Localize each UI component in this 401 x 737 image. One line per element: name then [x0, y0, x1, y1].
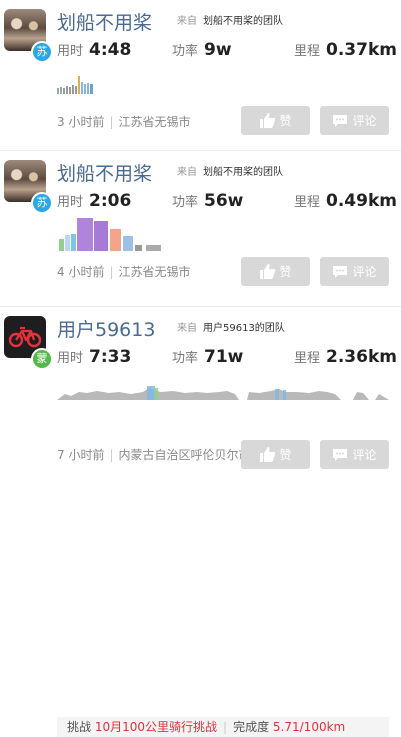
stat-label: 里程 — [294, 44, 321, 59]
like-label: 赞 — [279, 114, 292, 128]
team-name: 划船不用桨的团队 — [203, 16, 283, 27]
comment-icon — [333, 265, 348, 278]
challenge-label: 挑战 — [67, 720, 92, 734]
comment-label: 评论 — [352, 448, 377, 462]
time-ago: 4 小时前 — [57, 265, 105, 279]
comment-button[interactable]: 评论 — [320, 440, 389, 469]
stat-label: 功率 — [172, 44, 199, 59]
stat-label: 用时 — [57, 44, 84, 59]
stat-distance: 里程 2.36km — [294, 347, 397, 367]
stat-label: 功率 — [172, 351, 199, 366]
stat-value: 71w — [204, 347, 244, 367]
activity-card[interactable]: 苏 划船不用桨 来自 划船不用桨的团队 用时 2:06 功率 56w 里程 0.49km… — [0, 151, 401, 307]
activity-card[interactable]: 苏 划船不用桨 来自 划船不用桨的团队 用时 4:48 功率 9w 里程 0.37km … — [0, 0, 401, 151]
time-ago: 7 小时前 — [57, 448, 105, 462]
team-source: 来自 划船不用桨的团队 — [177, 163, 283, 178]
team-source: 来自 划船不用桨的团队 — [177, 12, 283, 27]
like-button[interactable]: 赞 — [241, 440, 310, 469]
activity-card[interactable]: 蒙 用户59613 来自 用户59613的团队 用时 7:33 功率 71w 里程 2.… — [0, 307, 401, 737]
stat-value: 0.49km — [326, 191, 397, 211]
comment-label: 评论 — [352, 265, 377, 279]
stat-label: 里程 — [294, 351, 321, 366]
team-prefix: 来自 — [177, 167, 197, 178]
like-label: 赞 — [279, 265, 292, 279]
user-name[interactable]: 划船不用桨 — [57, 159, 152, 186]
activity-meta: 3 小时前 | 江苏省无锡市 — [57, 115, 191, 129]
stat-value: 56w — [204, 191, 244, 211]
thumbs-up-icon — [260, 447, 276, 462]
challenge-progress-label: 完成度 — [233, 720, 270, 734]
activity-meta: 7 小时前 | 内蒙古自治区呼伦贝尔市 — [57, 448, 251, 462]
team-name: 划船不用桨的团队 — [203, 167, 283, 178]
stat-value: 2:06 — [89, 191, 132, 211]
team-prefix: 来自 — [177, 16, 197, 27]
location: 内蒙古自治区呼伦贝尔市 — [118, 448, 251, 462]
challenge-banner[interactable]: 挑战 10月100公里骑行挑战 | 完成度 5.71/100km — [57, 717, 389, 737]
stat-value: 4:48 — [89, 40, 132, 60]
stat-label: 用时 — [57, 351, 84, 366]
stat-power: 功率 56w — [172, 191, 243, 211]
stat-time: 用时 2:06 — [57, 191, 131, 211]
province-badge: 苏 — [31, 41, 53, 63]
power-chart — [59, 218, 161, 251]
comment-button[interactable]: 评论 — [320, 257, 389, 286]
stat-power: 功率 9w — [172, 40, 232, 60]
comment-icon — [333, 448, 348, 461]
challenge-name[interactable]: 10月100公里骑行挑战 — [95, 720, 217, 734]
province-badge: 蒙 — [31, 348, 53, 370]
user-name[interactable]: 用户59613 — [57, 315, 155, 342]
thumbs-up-icon — [260, 264, 276, 279]
like-label: 赞 — [279, 448, 292, 462]
activity-feed: 苏 划船不用桨 来自 划船不用桨的团队 用时 4:48 功率 9w 里程 0.37km … — [0, 0, 401, 737]
stat-label: 用时 — [57, 195, 84, 210]
user-name[interactable]: 划船不用桨 — [57, 8, 152, 35]
time-ago: 3 小时前 — [57, 115, 105, 129]
comment-icon — [333, 114, 348, 127]
stat-value: 7:33 — [89, 347, 132, 367]
stat-value: 2.36km — [326, 347, 397, 367]
stat-label: 功率 — [172, 195, 199, 210]
power-chart — [57, 76, 93, 94]
stat-value: 0.37km — [326, 40, 397, 60]
location: 江苏省无锡市 — [118, 115, 191, 129]
like-button[interactable]: 赞 — [241, 106, 310, 135]
challenge-progress: 5.71/100km — [272, 720, 346, 734]
location: 江苏省无锡市 — [118, 265, 191, 279]
stat-time: 用时 7:33 — [57, 347, 131, 367]
like-button[interactable]: 赞 — [241, 257, 310, 286]
stat-label: 里程 — [294, 195, 321, 210]
team-name: 用户59613的团队 — [203, 323, 285, 334]
stat-value: 9w — [204, 40, 232, 60]
power-chart — [57, 386, 389, 400]
stat-power: 功率 71w — [172, 347, 243, 367]
stat-time: 用时 4:48 — [57, 40, 131, 60]
team-source: 来自 用户59613的团队 — [177, 319, 285, 334]
stat-distance: 里程 0.49km — [294, 191, 397, 211]
stat-distance: 里程 0.37km — [294, 40, 397, 60]
comment-button[interactable]: 评论 — [320, 106, 389, 135]
activity-meta: 4 小时前 | 江苏省无锡市 — [57, 265, 191, 279]
comment-label: 评论 — [352, 114, 377, 128]
thumbs-up-icon — [260, 113, 276, 128]
province-badge: 苏 — [31, 192, 53, 214]
team-prefix: 来自 — [177, 323, 197, 334]
